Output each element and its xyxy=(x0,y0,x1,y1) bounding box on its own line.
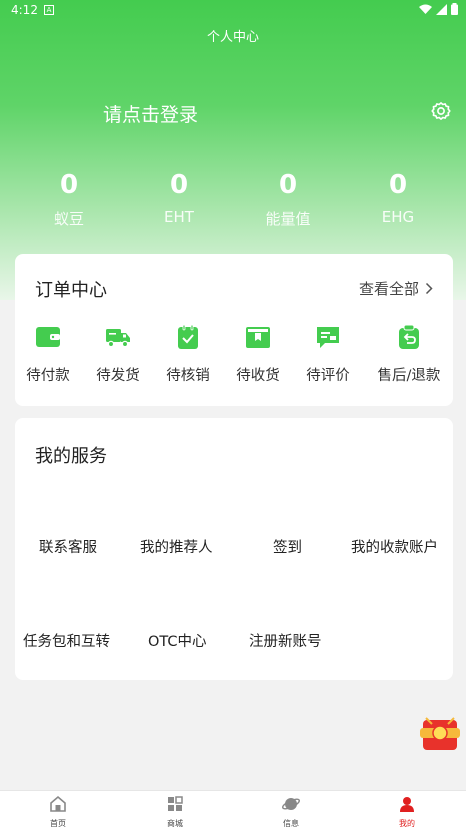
stat-eht[interactable]: 0 EHT xyxy=(139,170,219,226)
order-pending-verification[interactable]: 待核销 xyxy=(155,324,221,385)
tab-label: 商城 xyxy=(167,819,183,828)
view-all-label: 查看全部 xyxy=(358,280,419,298)
order-center-card: 订单中心 查看全部 待付款 待发货 待核销 待收货 待评价 售后/退款 xyxy=(15,254,453,406)
my-services-card: 我的服务 联系客服 我的推荐人 签到 我的收款账户 任务包和互转 OTC中心 注… xyxy=(15,418,453,680)
order-center-title: 订单中心 xyxy=(35,280,107,301)
user-icon xyxy=(400,797,414,812)
stat-value: 0 xyxy=(388,170,408,200)
stat-value: 0 xyxy=(169,170,189,200)
status-icons xyxy=(419,3,458,15)
stat-label: EHG xyxy=(381,208,415,226)
service-contact-support[interactable]: 联系客服 xyxy=(39,536,97,557)
tab-label: 我的 xyxy=(399,819,415,828)
service-my-referrer[interactable]: 我的推荐人 xyxy=(140,536,213,557)
clipboard-check-icon xyxy=(178,324,198,349)
view-all-orders-link[interactable]: 查看全部 xyxy=(359,278,433,299)
service-payment-account[interactable]: 我的收款账户 xyxy=(351,536,438,557)
my-services-title: 我的服务 xyxy=(35,446,107,467)
grid-icon xyxy=(168,796,183,811)
tab-home[interactable]: 首页 xyxy=(28,795,88,829)
settings-gear-icon[interactable] xyxy=(430,100,452,122)
chevron-right-icon xyxy=(425,282,433,295)
order-label: 待收货 xyxy=(236,368,280,384)
home-icon xyxy=(50,795,66,812)
stat-label: 蚁豆 xyxy=(53,210,84,228)
stats-row: 0 蚁豆 0 EHT 0 能量值 0 EHG xyxy=(0,170,466,240)
tab-label: 信息 xyxy=(283,819,299,828)
service-check-in[interactable]: 签到 xyxy=(273,536,302,557)
page-title: 个人中心 xyxy=(206,30,259,45)
tab-mall[interactable]: 商城 xyxy=(145,795,205,829)
order-after-sales[interactable]: 售后/退款 xyxy=(371,324,447,385)
service-register-account[interactable]: 注册新账号 xyxy=(249,630,322,651)
wallet-icon xyxy=(36,327,60,347)
bottom-tab-bar: 首页 商城 信息 我的 xyxy=(0,790,466,830)
status-bar: 4:12 A xyxy=(0,0,466,22)
tab-info[interactable]: 信息 xyxy=(261,795,321,829)
status-indicator: A xyxy=(44,5,54,15)
order-label: 待评价 xyxy=(306,368,350,384)
tab-label: 首页 xyxy=(50,819,66,828)
wifi-icon xyxy=(419,4,432,14)
status-time: 4:12 xyxy=(11,3,38,17)
stat-ant-beans[interactable]: 0 蚁豆 xyxy=(29,170,109,229)
tab-mine[interactable]: 我的 xyxy=(377,795,437,829)
order-pending-receipt[interactable]: 待收货 xyxy=(225,324,291,385)
stat-value: 0 xyxy=(59,170,79,200)
service-otc-center[interactable]: OTC中心 xyxy=(148,630,207,651)
order-pending-payment[interactable]: 待付款 xyxy=(15,324,81,385)
order-label: 待发货 xyxy=(96,368,140,384)
order-label: 待核销 xyxy=(166,368,210,384)
login-prompt[interactable]: 请点击登录 xyxy=(103,100,198,127)
package-icon xyxy=(246,327,270,348)
signal-icon xyxy=(436,3,447,15)
red-envelope-badge-icon[interactable] xyxy=(420,716,460,752)
stat-energy[interactable]: 0 能量值 xyxy=(248,170,328,229)
comment-icon xyxy=(317,327,339,348)
order-pending-review[interactable]: 待评价 xyxy=(295,324,361,385)
stat-value: 0 xyxy=(278,170,298,200)
order-pending-shipment[interactable]: 待发货 xyxy=(85,324,151,385)
refund-icon xyxy=(399,324,419,349)
service-task-package-transfer[interactable]: 任务包和互转 xyxy=(23,630,110,651)
stat-ehg[interactable]: 0 EHG xyxy=(358,170,438,226)
order-label: 待付款 xyxy=(26,368,70,384)
order-label: 售后/退款 xyxy=(377,368,441,384)
stat-label: EHT xyxy=(164,208,194,226)
stat-label: 能量值 xyxy=(265,210,311,228)
battery-icon xyxy=(451,3,458,15)
truck-icon xyxy=(106,329,130,348)
planet-icon xyxy=(282,798,300,810)
